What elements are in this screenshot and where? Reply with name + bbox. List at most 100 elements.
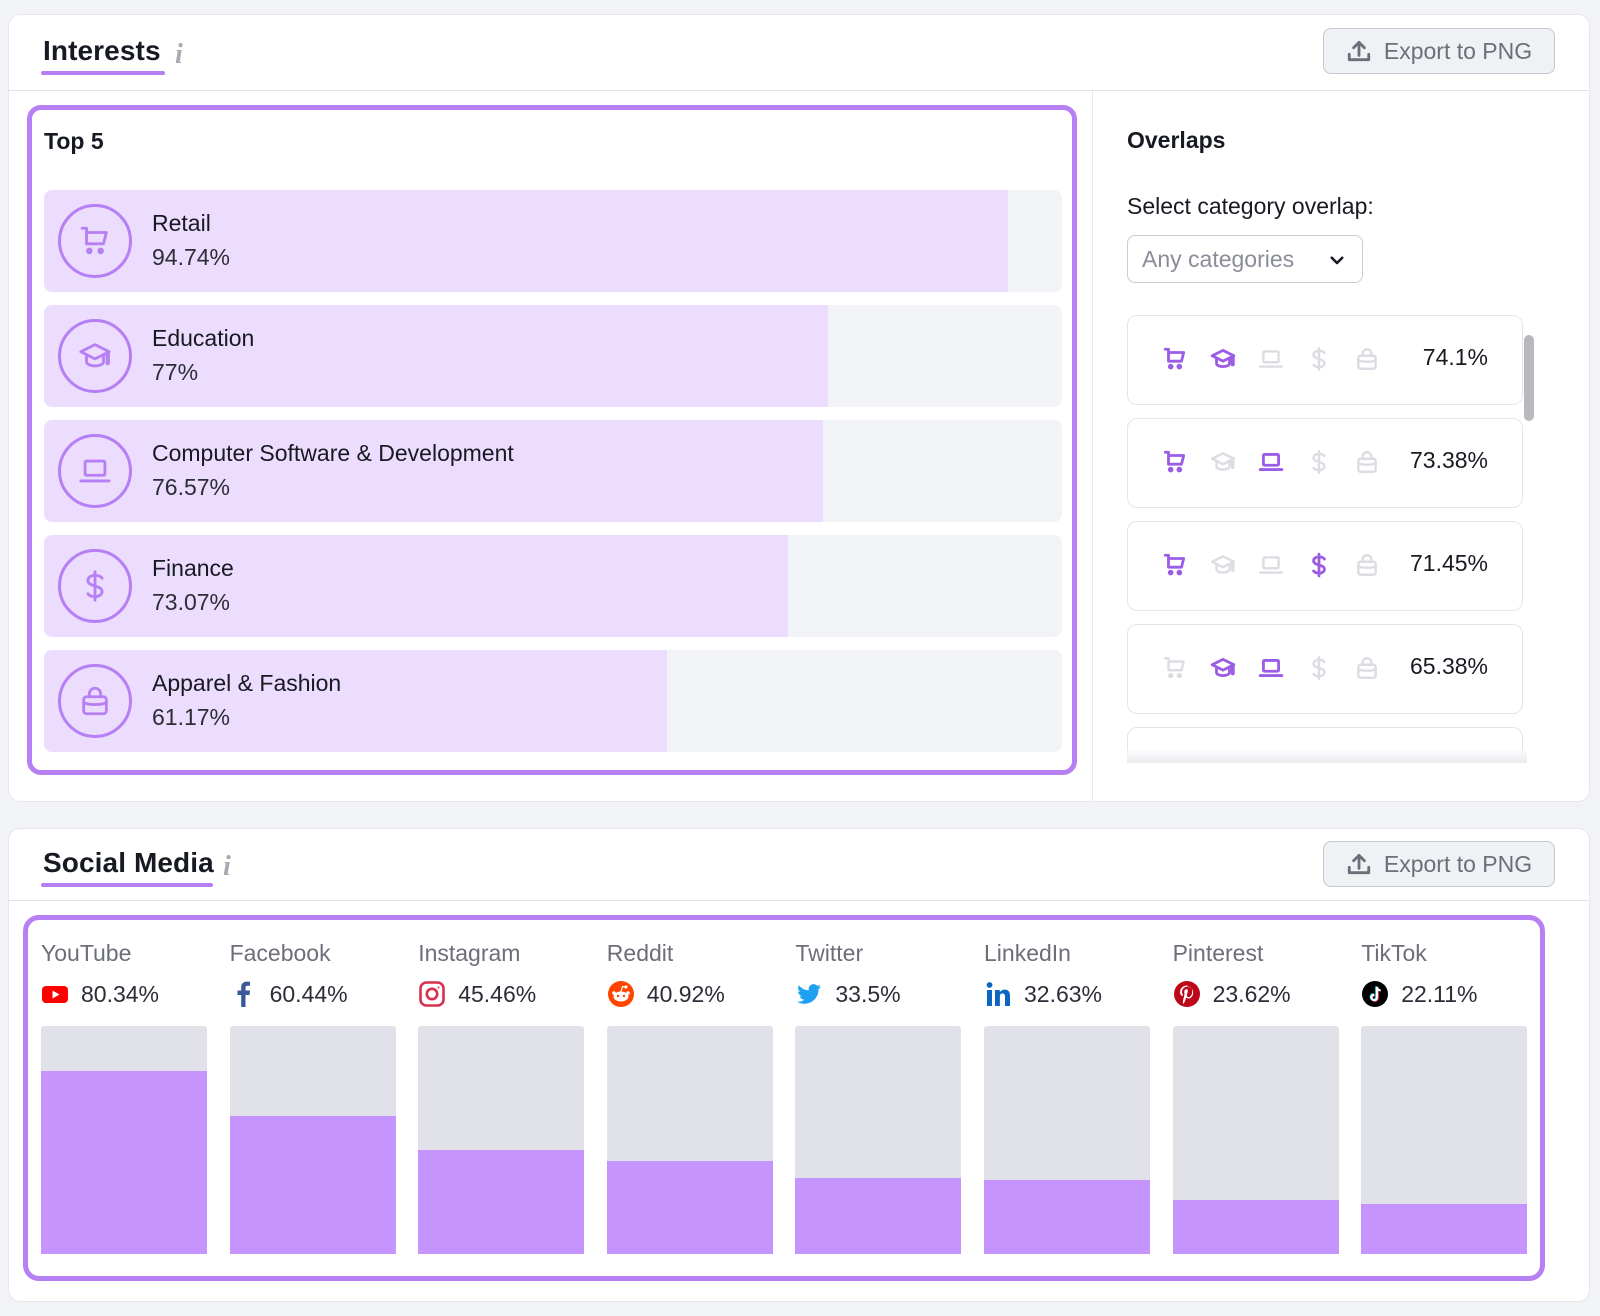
laptop-icon [78, 454, 112, 488]
interests-header: Interests i Export to PNG [9, 15, 1589, 91]
social-value: 40.92% [646, 980, 725, 1007]
social-bar[interactable] [606, 1026, 773, 1254]
interest-value: 77% [152, 359, 199, 385]
pinterest-icon [1173, 980, 1201, 1008]
info-icon[interactable]: i [175, 39, 183, 71]
social-value: 23.62% [1212, 980, 1291, 1007]
overlap-list[interactable]: 74.1% 73.38% 71.45% 65.38% [1127, 315, 1539, 751]
chevron-down-icon [1330, 256, 1344, 265]
dollar-icon [1306, 449, 1332, 475]
social-bar-fill [606, 1160, 773, 1254]
interest-row[interactable]: Apparel & Fashion 61.17% [44, 650, 1062, 752]
overlap-list-scrollbar[interactable] [1524, 335, 1534, 421]
social-value: 80.34% [81, 980, 160, 1007]
export-label: Export to PNG [1383, 850, 1533, 877]
overlap-value: 74.1% [1422, 344, 1488, 370]
social-bar[interactable] [1361, 1026, 1528, 1254]
interest-icon-badge [58, 434, 132, 508]
shopping-cart-icon [1162, 655, 1188, 681]
overlap-card[interactable] [1127, 727, 1523, 751]
social-tab-underline [41, 883, 213, 887]
interest-bar-fill [44, 305, 828, 407]
social-network-name: Instagram [418, 940, 521, 966]
interest-row[interactable]: Computer Software & Development 76.57% [44, 420, 1062, 522]
social-bar[interactable] [418, 1026, 585, 1254]
social-metric: 23.62% [1173, 980, 1291, 1008]
interest-bar-fill [44, 190, 1009, 292]
interest-value: 94.74% [152, 244, 231, 270]
dollar-icon [1306, 552, 1332, 578]
panel-divider [1092, 91, 1093, 801]
interest-row[interactable]: Finance 73.07% [44, 535, 1062, 637]
overlap-icons [1162, 655, 1380, 681]
top5-panel: Top 5 Retail 94.74% Education 77% Comput… [27, 105, 1077, 775]
interests-title[interactable]: Interests [43, 35, 161, 67]
interest-icon-badge [58, 319, 132, 393]
social-bar[interactable] [41, 1026, 207, 1254]
social-metric: 80.34% [41, 980, 159, 1008]
tiktok-icon [1361, 980, 1389, 1008]
interest-value: 73.07% [152, 589, 231, 615]
dollar-icon [1306, 655, 1332, 681]
dollar-icon [1306, 346, 1332, 372]
social-value: 45.46% [458, 980, 537, 1007]
social-bar[interactable] [229, 1026, 396, 1254]
shopping-bag-icon [1354, 449, 1380, 475]
overlap-value: 73.38% [1409, 447, 1488, 473]
overlap-icons [1162, 552, 1380, 578]
social-network-column: Pinterest 23.62% [1172, 920, 1339, 1276]
social-value: 60.44% [269, 980, 348, 1007]
shopping-cart-icon [1162, 449, 1188, 475]
facebook-icon [230, 980, 258, 1008]
social-bar-fill [1172, 1200, 1339, 1254]
interest-icon-badge [58, 664, 132, 738]
interests-card: Interests i Export to PNG Top 5 Retail 9… [8, 14, 1590, 802]
select-value: Any categories [1142, 245, 1295, 272]
social-media-panel: YouTube 80.34% Facebook 60.44% Instagram… [23, 915, 1545, 1281]
overlap-card[interactable]: 71.45% [1127, 521, 1523, 611]
social-bar[interactable] [984, 1026, 1150, 1254]
upload-icon [1347, 40, 1371, 62]
shopping-bag-icon [1354, 552, 1380, 578]
social-metric: 45.46% [418, 980, 536, 1008]
overlap-card[interactable]: 73.38% [1127, 418, 1523, 508]
export-to-png-button[interactable]: Export to PNG [1323, 841, 1555, 887]
social-network-name: YouTube [41, 940, 132, 966]
overlap-card[interactable]: 74.1% [1127, 315, 1523, 405]
social-metric: 22.11% [1361, 980, 1478, 1008]
interest-icon-badge [58, 204, 132, 278]
interest-row[interactable]: Education 77% [44, 305, 1062, 407]
laptop-icon [1258, 346, 1284, 372]
info-icon[interactable]: i [223, 851, 231, 883]
graduation-cap-icon [1210, 346, 1236, 372]
export-to-png-button[interactable]: Export to PNG [1323, 28, 1555, 74]
shopping-bag-icon [1354, 346, 1380, 372]
social-bar[interactable] [795, 1026, 962, 1254]
social-bar-fill [984, 1179, 1150, 1254]
social-bar-fill [229, 1116, 396, 1254]
interest-icon-badge [58, 549, 132, 623]
social-bar-fill [1361, 1203, 1528, 1254]
shopping-cart-icon [78, 224, 112, 258]
overlap-card[interactable]: 65.38% [1127, 624, 1523, 714]
social-value: 22.11% [1401, 980, 1478, 1007]
interest-bar-fill [44, 650, 667, 752]
interest-bar-fill [44, 535, 788, 637]
shopping-cart-icon [1162, 346, 1188, 372]
top5-title: Top 5 [44, 128, 104, 154]
interest-name: Finance [152, 555, 234, 581]
social-bar-fill [795, 1177, 962, 1254]
graduation-cap-icon [1210, 552, 1236, 578]
social-media-title[interactable]: Social Media [43, 847, 214, 879]
category-overlap-select[interactable]: Any categories [1127, 235, 1363, 283]
overlap-icons [1162, 346, 1380, 372]
instagram-icon [418, 980, 446, 1008]
social-value: 32.63% [1024, 980, 1103, 1007]
shopping-bag-icon [78, 684, 112, 718]
social-network-name: TikTok [1361, 940, 1427, 966]
social-bar[interactable] [1172, 1026, 1339, 1254]
interest-name: Apparel & Fashion [152, 670, 342, 696]
interest-row[interactable]: Retail 94.74% [44, 190, 1062, 292]
social-network-column: Twitter 33.5% [795, 920, 962, 1276]
social-network-name: LinkedIn [984, 940, 1071, 966]
